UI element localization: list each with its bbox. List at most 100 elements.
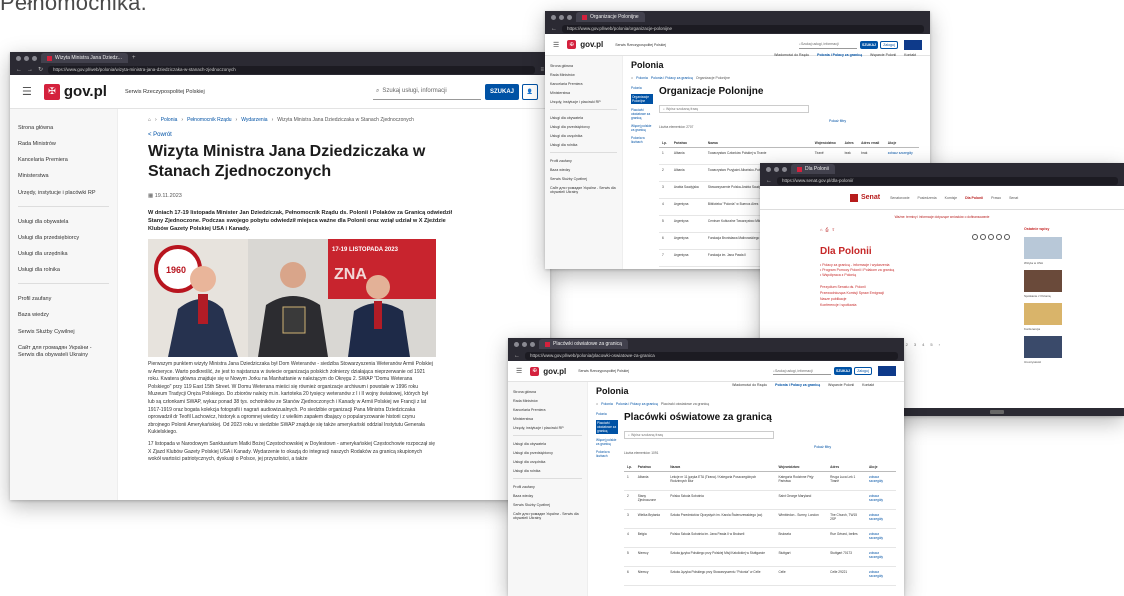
news-thumbnail[interactable] bbox=[1024, 336, 1062, 358]
breadcrumb-item[interactable]: Polonia i Polacy za granicą bbox=[651, 76, 693, 80]
login-button[interactable]: Zaloguj bbox=[880, 40, 898, 49]
login-button[interactable]: 👤 bbox=[522, 83, 538, 100]
table-header[interactable]: Województwo bbox=[775, 463, 828, 472]
show-filters-link[interactable]: Pokaż filtry bbox=[829, 119, 919, 123]
section-tab[interactable]: Kontakt bbox=[862, 383, 874, 387]
sidebar-item[interactable]: Usługi dla urzędnika bbox=[550, 134, 617, 138]
extensions-icon[interactable]: ≡ bbox=[540, 67, 544, 73]
page-number[interactable]: 4 bbox=[922, 342, 924, 347]
table-header[interactable]: Nazwa bbox=[667, 463, 776, 472]
sidebar-item[interactable]: Сайт для громадян України - Serwis dla o… bbox=[18, 345, 109, 359]
sidebar-item[interactable]: Rada Ministrów bbox=[550, 73, 617, 77]
menu-item[interactable]: Komisje bbox=[945, 196, 957, 200]
sidebar-item[interactable]: Usługi dla przedsiębiorcy bbox=[550, 125, 617, 129]
sidebar-item[interactable]: Urzędy, instytucje i placówki RP bbox=[18, 190, 109, 197]
print-icon[interactable]: ⎙ bbox=[825, 227, 828, 232]
details-link[interactable]: zobacz szczegóły bbox=[865, 509, 896, 529]
browser-tab[interactable]: Placówki oświatowe za granicą bbox=[539, 339, 628, 349]
url-field[interactable]: https://www.gov.pl/web/polonia/organizac… bbox=[562, 24, 924, 33]
reload-icon[interactable]: ↻ bbox=[38, 66, 43, 73]
window-controls[interactable] bbox=[766, 166, 787, 172]
list-item[interactable]: Konferencje i spotkania bbox=[820, 302, 1010, 308]
subnav-item[interactable]: Polonia bbox=[596, 412, 618, 416]
login-button[interactable]: Zaloguj bbox=[854, 367, 872, 375]
sidebar-item[interactable]: Сайт для громадян України - Serwis dla o… bbox=[513, 512, 582, 520]
details-link[interactable]: zobacz szczegóły bbox=[884, 147, 919, 165]
back-arrow-icon[interactable]: ← bbox=[766, 178, 772, 184]
news-thumbnail[interactable] bbox=[1024, 270, 1062, 292]
news-caption[interactable]: Wizyta w USA bbox=[1024, 261, 1064, 265]
table-header[interactable]: Akcje bbox=[865, 463, 896, 472]
back-arrow-icon[interactable]: ← bbox=[551, 26, 557, 32]
section-tab[interactable]: Wsparcie Polonii bbox=[870, 53, 896, 57]
subnav-item[interactable]: Organizacje Polonijne bbox=[631, 94, 653, 104]
search-input[interactable]: ⌕ Szukaj usługi, informacji bbox=[773, 367, 831, 375]
window-controls[interactable] bbox=[551, 14, 572, 20]
details-link[interactable]: zobacz szczegóły bbox=[865, 547, 896, 567]
gov-logo[interactable]: ✠ gov.pl bbox=[43, 83, 107, 100]
next-page-icon[interactable]: › bbox=[939, 342, 940, 347]
home-icon[interactable]: ⌂ bbox=[596, 402, 598, 406]
sidebar-item[interactable]: Usługi dla obywatela bbox=[513, 442, 582, 446]
window-controls[interactable] bbox=[514, 341, 535, 347]
table-header[interactable]: Adres email bbox=[858, 139, 885, 148]
subnav-item[interactable]: Więcej polskie za granicą bbox=[596, 438, 618, 446]
back-link[interactable]: < Powrót bbox=[148, 132, 458, 138]
list-item[interactable]: • Współpraca z Polonią bbox=[820, 273, 1010, 278]
share-icon[interactable]: ⇪ bbox=[832, 227, 835, 232]
menu-item[interactable]: Senatorowie bbox=[890, 196, 909, 200]
sidebar-item[interactable]: Usługi dla rolnika bbox=[513, 469, 582, 473]
forward-arrow-icon[interactable]: → bbox=[27, 67, 33, 73]
table-header[interactable]: Lp. bbox=[624, 463, 635, 472]
sidebar-item[interactable]: Usługi dla urzędnika bbox=[18, 251, 109, 258]
sidebar-item[interactable]: Profil zaufany bbox=[550, 159, 617, 163]
section-tab[interactable]: Kontakt bbox=[904, 53, 916, 57]
table-header[interactable]: Państwo bbox=[670, 139, 705, 148]
search-input[interactable]: ⌕ Szukaj usługi, informacji bbox=[799, 41, 857, 49]
section-tab[interactable]: Polonia i Polacy za granicą bbox=[817, 53, 862, 57]
section-tab[interactable]: Wiadomości do Rządu bbox=[732, 383, 767, 387]
section-tab[interactable]: Wsparcie Polonii bbox=[828, 383, 854, 387]
search-button[interactable]: SZUKAJ bbox=[834, 367, 852, 375]
senat-logo[interactable]: Senat bbox=[850, 193, 880, 202]
table-header[interactable]: Adres bbox=[827, 463, 866, 472]
news-caption[interactable]: Spotkanie z Polonią bbox=[1024, 294, 1064, 298]
sidebar-item[interactable]: Ministerstwa bbox=[550, 91, 617, 95]
section-tab[interactable]: Wiadomości do Rządu bbox=[774, 53, 809, 57]
menu-item[interactable]: Prawo bbox=[991, 196, 1001, 200]
details-link[interactable]: zobacz szczegóły bbox=[865, 528, 896, 548]
breadcrumb-item[interactable]: Wydarzenia bbox=[241, 117, 267, 123]
browser-tab[interactable]: Wizyta Ministra Jana Dziedz... bbox=[41, 53, 128, 63]
sidebar-item[interactable]: Baza wiedzy bbox=[18, 312, 109, 319]
hamburger-menu-icon[interactable]: ☰ bbox=[22, 85, 32, 98]
sidebar-item[interactable]: Rada Ministrów bbox=[513, 399, 582, 403]
breadcrumb-item[interactable]: Polonia bbox=[636, 76, 648, 80]
page-number[interactable]: 2 bbox=[906, 342, 908, 347]
sidebar-item[interactable]: Strona główna bbox=[513, 390, 582, 394]
new-tab-icon[interactable]: + bbox=[132, 55, 136, 61]
table-header[interactable]: Województwo bbox=[811, 139, 842, 148]
sidebar-item[interactable]: Usługi dla rolnika bbox=[550, 143, 617, 147]
show-filters-link[interactable]: Pokaż filtry bbox=[814, 445, 896, 449]
hamburger-menu-icon[interactable]: ☰ bbox=[553, 41, 559, 49]
table-header[interactable]: Nazwa bbox=[704, 139, 812, 148]
menu-item[interactable]: Posiedzenia bbox=[918, 196, 937, 200]
breadcrumb-item[interactable]: Polonia bbox=[161, 117, 178, 123]
page-number[interactable]: 5 bbox=[930, 342, 932, 347]
gov-logo[interactable]: ✠ gov.pl bbox=[530, 366, 566, 376]
sidebar-item[interactable]: Rada Ministrów bbox=[18, 141, 109, 148]
details-link[interactable]: zobacz szczegóły bbox=[865, 490, 896, 510]
subnav-item[interactable]: Polonia bbox=[631, 86, 653, 90]
home-icon[interactable]: ⌂ bbox=[148, 117, 151, 123]
table-header[interactable]: Adres bbox=[841, 139, 859, 148]
breadcrumb-item[interactable]: Pełnomocnik Rządu bbox=[187, 117, 231, 123]
sidebar-item[interactable]: Сайт для громадян України - Serwis dla o… bbox=[550, 186, 617, 194]
subnav-item[interactable]: Więcej polskie za granicą bbox=[631, 124, 653, 132]
sidebar-item[interactable]: Kancelaria Premiera bbox=[18, 157, 109, 164]
breadcrumb-item[interactable]: Polonia bbox=[601, 402, 613, 406]
sidebar-item[interactable]: Profil zaufany bbox=[513, 485, 582, 489]
sidebar-item[interactable]: Baza wiedzy bbox=[550, 168, 617, 172]
gov-logo[interactable]: ✠ gov.pl bbox=[567, 40, 603, 49]
url-field[interactable]: https://www.senat.gov.pl/dla-polonii/ bbox=[777, 176, 1118, 185]
table-header[interactable]: Państwo bbox=[634, 463, 668, 472]
